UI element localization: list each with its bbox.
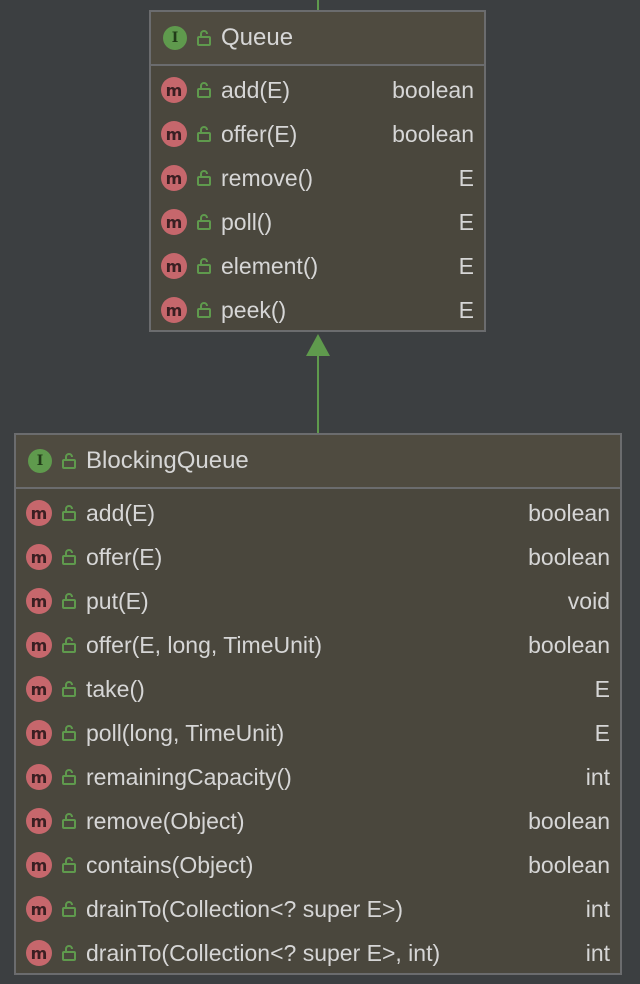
interface-icon: I	[163, 26, 187, 50]
method-icon: m	[161, 253, 187, 279]
public-lock-icon	[197, 126, 211, 142]
public-lock-icon	[62, 637, 76, 653]
public-lock-icon	[62, 725, 76, 741]
method-icon: m	[26, 720, 52, 746]
method-icon: m	[161, 165, 187, 191]
method-name: element()	[221, 252, 319, 279]
return-type: E	[594, 675, 610, 702]
method-name: remainingCapacity()	[86, 763, 292, 790]
return-type: E	[594, 719, 610, 746]
method-name: offer(E)	[86, 543, 163, 570]
method-name: offer(E, long, TimeUnit)	[86, 631, 323, 658]
method-icon: m	[26, 764, 52, 790]
public-lock-icon	[62, 945, 76, 961]
method-row[interactable]: m remove() E	[151, 156, 484, 200]
public-lock-icon	[197, 170, 211, 186]
method-name: drainTo(Collection<? super E>, int)	[86, 939, 441, 966]
method-row[interactable]: m element() E	[151, 244, 484, 288]
return-type: boolean	[392, 120, 474, 147]
method-icon: m	[161, 77, 187, 103]
public-lock-icon	[62, 813, 76, 829]
public-lock-icon	[62, 901, 76, 917]
public-lock-icon	[197, 302, 211, 318]
blockingqueue-interface-box[interactable]: I BlockingQueue m add(E) boolean m offer(E) b…	[14, 433, 622, 975]
method-row[interactable]: m contains(Object) boolean	[16, 843, 620, 887]
method-icon: m	[26, 676, 52, 702]
method-name: remove()	[221, 164, 314, 191]
return-type: E	[458, 208, 474, 235]
method-icon: m	[26, 808, 52, 834]
method-row[interactable]: m offer(E, long, TimeUnit) boolean	[16, 623, 620, 667]
return-type: boolean	[392, 76, 474, 103]
inheritance-arrowhead-icon	[306, 334, 330, 356]
public-lock-icon	[62, 681, 76, 697]
method-name: remove(Object)	[86, 807, 245, 834]
method-row[interactable]: m drainTo(Collection<? super E>, int) int	[16, 931, 620, 975]
method-icon: m	[26, 588, 52, 614]
method-icon: m	[161, 121, 187, 147]
public-lock-icon	[62, 453, 76, 469]
public-lock-icon	[197, 82, 211, 98]
method-name: take()	[86, 675, 145, 702]
method-icon: m	[26, 500, 52, 526]
return-type: E	[458, 164, 474, 191]
public-lock-icon	[62, 593, 76, 609]
method-row[interactable]: m offer(E) boolean	[151, 112, 484, 156]
method-row[interactable]: m offer(E) boolean	[16, 535, 620, 579]
return-type: boolean	[528, 499, 610, 526]
method-name: put(E)	[86, 587, 149, 614]
queue-header[interactable]: I Queue	[151, 12, 484, 66]
method-row[interactable]: m add(E) boolean	[151, 68, 484, 112]
method-name: drainTo(Collection<? super E>)	[86, 895, 404, 922]
method-row[interactable]: m peek() E	[151, 288, 484, 332]
blockingqueue-header[interactable]: I BlockingQueue	[16, 435, 620, 489]
method-row[interactable]: m poll() E	[151, 200, 484, 244]
method-icon: m	[26, 632, 52, 658]
method-row[interactable]: m remainingCapacity() int	[16, 755, 620, 799]
method-row[interactable]: m poll(long, TimeUnit) E	[16, 711, 620, 755]
queue-title: Queue	[221, 24, 294, 51]
return-type: int	[585, 895, 610, 922]
public-lock-icon	[62, 549, 76, 565]
method-row[interactable]: m take() E	[16, 667, 620, 711]
return-type: E	[458, 296, 474, 323]
method-icon: m	[26, 896, 52, 922]
return-type: boolean	[528, 807, 610, 834]
diagram-canvas: I Queue m add(E) boolean m offer(E) boolean m r…	[0, 0, 640, 984]
blockingqueue-title: BlockingQueue	[86, 447, 249, 474]
method-icon: m	[161, 209, 187, 235]
public-lock-icon	[62, 857, 76, 873]
method-name: offer(E)	[221, 120, 298, 147]
public-lock-icon	[197, 30, 211, 46]
method-name: poll()	[221, 208, 273, 235]
public-lock-icon	[62, 769, 76, 785]
return-type: int	[585, 763, 610, 790]
return-type: boolean	[528, 543, 610, 570]
blockingqueue-method-list: m add(E) boolean m offer(E) boolean m put(E) voi…	[16, 491, 620, 975]
method-row[interactable]: m put(E) void	[16, 579, 620, 623]
return-type: boolean	[528, 631, 610, 658]
queue-interface-box[interactable]: I Queue m add(E) boolean m offer(E) boolean m r…	[149, 10, 486, 332]
return-type: E	[458, 252, 474, 279]
method-icon: m	[161, 297, 187, 323]
public-lock-icon	[62, 505, 76, 521]
queue-method-list: m add(E) boolean m offer(E) boolean m remove() E…	[151, 68, 484, 332]
method-row[interactable]: m remove(Object) boolean	[16, 799, 620, 843]
public-lock-icon	[197, 258, 211, 274]
method-row[interactable]: m add(E) boolean	[16, 491, 620, 535]
method-row[interactable]: m drainTo(Collection<? super E>) int	[16, 887, 620, 931]
method-icon: m	[26, 940, 52, 966]
method-icon: m	[26, 544, 52, 570]
method-name: add(E)	[221, 76, 291, 103]
return-type: boolean	[528, 851, 610, 878]
method-name: contains(Object)	[86, 851, 254, 878]
method-name: poll(long, TimeUnit)	[86, 719, 285, 746]
interface-icon: I	[28, 449, 52, 473]
return-type: void	[567, 587, 610, 614]
method-icon: m	[26, 852, 52, 878]
method-name: peek()	[221, 296, 287, 323]
method-name: add(E)	[86, 499, 156, 526]
public-lock-icon	[197, 214, 211, 230]
return-type: int	[585, 939, 610, 966]
